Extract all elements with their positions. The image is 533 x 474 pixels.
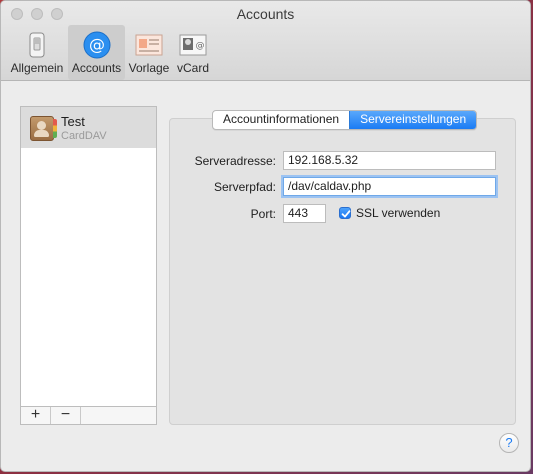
tab-servereinstellungen[interactable]: Servereinstellungen [349,111,477,129]
vcard-icon: @ [179,31,207,59]
account-row-test[interactable]: Test CardDAV [21,107,156,148]
toolbar-vorlage-label: Vorlage [128,61,170,75]
server-address-label: Serveradresse: [194,154,276,168]
title-bar: Accounts Allgemein @ Accounts Vorlage @ … [1,1,530,81]
toolbar-vcard[interactable]: @ vCard [173,25,213,80]
details-tab-control: Accountinformationen Servereinstellungen [212,110,478,130]
switch-icon [23,31,51,59]
at-sign-icon: @ [83,31,111,59]
remove-account-button[interactable]: − [51,407,81,424]
ssl-label[interactable]: SSL verwenden [356,206,440,220]
add-account-button[interactable]: + [21,407,51,424]
ssl-checkbox[interactable] [339,207,351,219]
port-field[interactable]: 443 [283,204,326,223]
checkmark-icon [341,210,351,218]
help-button[interactable]: ? [499,433,519,453]
account-type: CardDAV [61,130,107,142]
toolbar-allgemein[interactable]: Allgemein [8,25,66,80]
server-address-field[interactable]: 192.168.5.32 [283,151,496,170]
accounts-list: Test CardDAV [20,106,157,425]
window-title: Accounts [236,6,295,22]
server-path-field[interactable]: /dav/caldav.php [283,177,496,196]
toolbar-accounts[interactable]: @ Accounts [68,25,125,80]
tab-accountinformationen[interactable]: Accountinformationen [213,111,349,129]
account-name: Test [61,114,85,129]
toolbar-vorlage[interactable]: Vorlage [126,25,172,80]
svg-text:@: @ [89,35,105,54]
template-icon [135,31,163,59]
port-label: Port: [250,207,276,221]
toolbar-allgemein-label: Allgemein [10,61,64,75]
toolbar-accounts-label: Accounts [71,61,122,75]
contacts-icon [30,116,57,141]
toolbar-vcard-label: vCard [176,61,209,75]
accounts-list-footer: + − [20,406,157,425]
preferences-window: Accounts Allgemein @ Accounts Vorlage @ … [0,0,531,472]
server-path-label: Serverpfad: [213,180,276,194]
svg-text:@: @ [196,41,205,51]
